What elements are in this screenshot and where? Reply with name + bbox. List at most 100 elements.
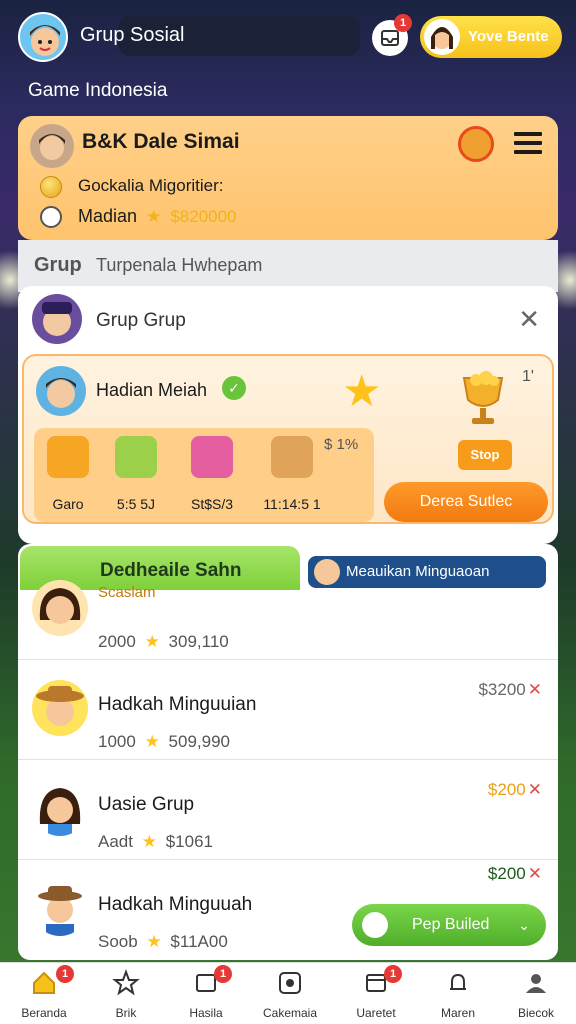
user-avatar[interactable] xyxy=(18,12,68,62)
nav-item-cakemaia[interactable]: Cakemaia xyxy=(254,969,326,1020)
profile-avatar[interactable] xyxy=(30,124,74,168)
house-icon xyxy=(271,436,313,478)
star-icon: ★ xyxy=(144,632,160,651)
reward-item[interactable]: 11:14:5 1 xyxy=(262,436,322,512)
group-panel: Grup Grup ✕ Hadian Meiah ✓ ★ 1' Garo 5:5… xyxy=(18,286,558,544)
bottom-nav: 1 Beranda Brik 1 Hasila Cakemaia 1 Uaret… xyxy=(0,962,576,1024)
row-stats: 1000 ★ 509,990 xyxy=(98,732,230,752)
row-stats: Soob ★ $11A00 xyxy=(98,932,228,952)
nav-badge: 1 xyxy=(384,965,402,983)
reward-count: 1' xyxy=(522,368,534,385)
follow-button-label: Pep Builed xyxy=(412,916,490,933)
follow-button[interactable]: Pep Builed ⌄ xyxy=(352,904,546,946)
chevron-down-icon: ⌄ xyxy=(518,917,530,933)
bell-icon xyxy=(450,973,466,990)
reward-item[interactable]: Garo xyxy=(38,436,98,512)
row-name: Hadkah Minguuah xyxy=(98,894,253,915)
nav-label: Hasila xyxy=(189,1006,223,1020)
row-prize-value: $3200 xyxy=(478,680,526,699)
avatar-face-icon xyxy=(36,686,84,726)
nav-item-beranda[interactable]: 1 Beranda xyxy=(8,965,80,1020)
x-icon: ✕ xyxy=(527,864,542,883)
profile-icon xyxy=(526,974,546,993)
reward-item-label: 11:14:5 1 xyxy=(263,496,321,512)
group-panel-title: Grup Grup xyxy=(96,310,186,331)
nav-label: Brik xyxy=(115,1006,137,1020)
nav-item-hasila[interactable]: 1 Hasila xyxy=(170,965,242,1020)
leaderboard-row[interactable]: Uasie Grup Aadt ★ $1061 $200 ✕ xyxy=(18,760,558,860)
x-icon: ✕ xyxy=(527,780,542,799)
avatar-face-icon xyxy=(39,788,81,836)
row-stats: 2000 ★ 309,110 xyxy=(98,632,229,652)
close-icon[interactable]: ✕ xyxy=(518,304,540,335)
leaderboard-row[interactable]: 2000 ★ 309,110 xyxy=(18,560,558,660)
x-icon: ✕ xyxy=(527,680,542,699)
user-profile-pill[interactable]: Yove Bente xyxy=(420,16,562,58)
game-icon xyxy=(279,972,301,994)
row-score: 309,110 xyxy=(168,632,229,651)
avatar-face-icon xyxy=(46,378,76,408)
nav-item-biecok[interactable]: Biecok xyxy=(500,969,572,1020)
profile-line1: Gockalia Migoritier: xyxy=(78,176,224,195)
avatar-face-icon xyxy=(39,134,65,160)
avatar-face-icon xyxy=(39,588,81,624)
nav-badge: 1 xyxy=(214,965,232,983)
row-prize-value: $200 xyxy=(487,864,526,883)
avatar-face-icon xyxy=(42,302,72,336)
row-score: 509,990 xyxy=(168,732,230,751)
rank-badge-icon[interactable] xyxy=(458,126,494,162)
trophy-icon xyxy=(456,370,510,430)
claim-button[interactable]: Derea Sutlec xyxy=(384,482,548,522)
row-avatar xyxy=(32,880,88,936)
user-pill-label: Yove Bente xyxy=(468,28,549,45)
leaderboard-row[interactable]: Hadkah Minguuian 1000 ★ 509,990 $3200 ✕ xyxy=(18,660,558,760)
row-avatar xyxy=(32,580,88,636)
present-icon xyxy=(115,436,157,478)
nav-item-maren[interactable]: Maren xyxy=(422,969,494,1020)
nav-label: Beranda xyxy=(21,1006,67,1020)
group-section-header: Grup Turpenala Hwhepam xyxy=(18,240,558,292)
nav-badge: 1 xyxy=(56,965,74,983)
profile-line2-label: Madian xyxy=(78,206,138,226)
row-avatar xyxy=(32,780,88,836)
avatar-face-icon xyxy=(38,886,82,936)
reward-item[interactable]: St$S/3 xyxy=(182,436,242,512)
avatar-face-icon xyxy=(30,25,60,56)
star-icon: ★ xyxy=(141,832,157,851)
home-icon xyxy=(33,971,55,994)
reward-avatar xyxy=(36,366,86,416)
reward-item-label: Garo xyxy=(52,496,84,512)
notification-button[interactable]: 1 xyxy=(372,14,412,56)
row-prize: $3200 ✕ xyxy=(478,680,542,700)
star-icon: ★ xyxy=(146,207,162,226)
row-name: Hadkah Minguuian xyxy=(98,694,257,715)
avatar-face-icon xyxy=(431,27,453,49)
group-avatar[interactable] xyxy=(32,294,82,344)
nav-label: Biecok xyxy=(517,1006,555,1020)
candy-icon xyxy=(191,436,233,478)
menu-icon[interactable] xyxy=(514,132,542,158)
star-icon: ★ xyxy=(144,732,160,751)
notification-badge: 1 xyxy=(394,14,412,32)
stop-button[interactable]: Stop xyxy=(458,440,512,470)
profile-card: B&K Dale Simai Gockalia Migoritier: Madi… xyxy=(18,116,558,240)
reward-item[interactable]: 5:5 5J xyxy=(106,436,166,512)
row-avatar xyxy=(32,680,88,736)
gift-box-icon xyxy=(47,436,89,478)
nav-label: Uaretet xyxy=(356,1006,396,1020)
chat-icon xyxy=(362,912,388,938)
profile-name: B&K Dale Simai xyxy=(82,130,240,153)
reward-items-row: Garo 5:5 5J St$S/3 11:14:5 1 xyxy=(34,428,374,522)
reward-box: Hadian Meiah ✓ ★ 1' Garo 5:5 5J St$S/3 1… xyxy=(22,354,554,524)
reward-item-label: 5:5 5J xyxy=(116,496,156,512)
location-label: Game Indonesia xyxy=(28,80,168,101)
row-stats: Aadt ★ $1061 xyxy=(98,832,213,852)
star-icon xyxy=(112,969,140,996)
nav-item-uaretet[interactable]: 1 Uaretet xyxy=(340,965,412,1020)
check-icon: ✓ xyxy=(222,376,246,400)
row-name: Uasie Grup xyxy=(98,794,195,815)
nav-item-brik[interactable]: Brik xyxy=(90,969,162,1020)
leaderboard-panel: Dedheaile Sahn Scaslam Meauikan Minguaoa… xyxy=(18,544,558,960)
clock-icon xyxy=(40,206,62,228)
row-level: Aadt xyxy=(98,832,133,851)
